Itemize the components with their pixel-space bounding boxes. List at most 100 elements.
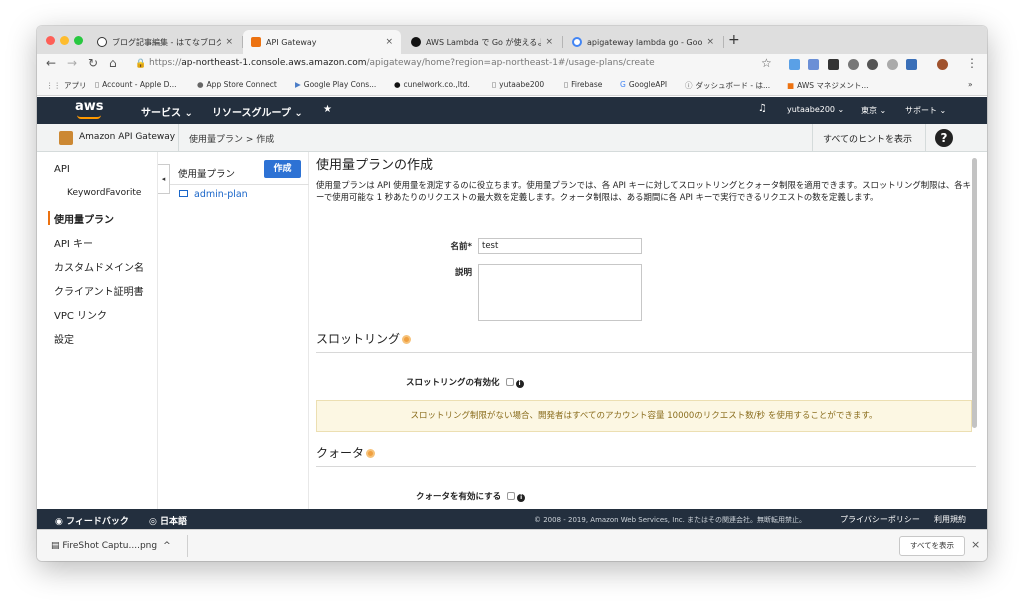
help-button[interactable]: ? — [925, 124, 967, 152]
profile-avatar-icon[interactable] — [937, 59, 948, 70]
resource-groups-menu[interactable]: リソースグループ ⌄ — [212, 104, 303, 119]
bookmark-firebase[interactable]: ▯ Firebase — [564, 80, 602, 89]
close-tab-icon[interactable]: × — [545, 37, 553, 47]
globe-icon: ◎ — [149, 517, 160, 527]
tab-hatena-blog[interactable]: ブログ記事編集 - はてなブログ × — [89, 30, 241, 54]
menu-kebab-icon[interactable]: ⋮ — [966, 56, 978, 70]
service-name[interactable]: Amazon API Gateway — [79, 132, 175, 142]
info-icon[interactable]: i — [515, 380, 524, 388]
usage-plan-name: admin-plan — [194, 189, 248, 200]
chevron-up-icon[interactable]: ^ — [163, 541, 171, 551]
terms-link[interactable]: 利用規約 — [934, 514, 966, 525]
info-badge-icon[interactable] — [366, 449, 376, 458]
show-all-downloads-button[interactable]: すべてを表示 — [899, 536, 965, 556]
forward-icon[interactable]: → — [67, 56, 77, 70]
language-selector[interactable]: ◎ 日本語 — [149, 514, 187, 527]
bookmark-cunelwork[interactable]: ● cunelwork.co.,ltd. — [394, 80, 470, 89]
throttling-checkbox[interactable] — [505, 378, 514, 386]
show-hints-link[interactable]: すべてのヒントを表示 — [823, 132, 912, 145]
usage-plan-item[interactable]: admin-plan — [179, 189, 248, 200]
sidebar-item-keywordfavorite[interactable]: KeywordFavorite — [67, 188, 141, 198]
reload-icon[interactable]: ↻ — [88, 56, 98, 70]
tab-label: apigateway lambda go - Googl — [587, 37, 703, 47]
extension-off-icon[interactable] — [828, 59, 839, 70]
info-icon[interactable]: i — [517, 494, 526, 502]
extension-ring-icon[interactable] — [867, 59, 878, 70]
divider — [178, 124, 179, 152]
privacy-policy-link[interactable]: プライバシーポリシー — [840, 514, 920, 525]
info-badge-icon[interactable] — [402, 335, 412, 344]
sidebar-item-api-keys[interactable]: API キー — [54, 235, 93, 250]
vertical-scrollbar[interactable] — [972, 158, 977, 428]
bookmark-app-store-connect[interactable]: ● App Store Connect — [197, 80, 277, 89]
extension-translate-icon[interactable] — [789, 59, 800, 70]
throttling-title-text: スロットリング — [316, 332, 401, 346]
close-tab-icon[interactable]: × — [706, 37, 714, 47]
aws-logo[interactable]: aws — [75, 99, 104, 114]
name-label: 名前* — [450, 242, 472, 252]
support-menu[interactable]: サポート ⌄ — [905, 105, 946, 116]
tab-strip: ブログ記事編集 - はてなブログ × API Gateway × AWS Lam… — [37, 26, 987, 54]
url-path: /apigateway/home?region=ap-northeast-1#/… — [366, 58, 655, 68]
bookmark-label: cunelwork.co.,ltd. — [403, 80, 470, 89]
bookmark-aws-console[interactable]: ■ AWS マネジメント... — [787, 80, 869, 91]
throttling-toggle-label: スロットリングの有効化 — [406, 378, 500, 388]
page-favicon-icon — [411, 37, 421, 47]
download-item[interactable]: ▤ FireShot Captu....png ^ — [51, 541, 171, 551]
sidebar-item-api[interactable]: API — [54, 164, 70, 175]
tab-label: AWS Lambda で Go が使えるよ — [426, 37, 542, 47]
home-icon[interactable]: ⌂ — [109, 56, 117, 70]
apple-icon: ● — [197, 80, 204, 89]
maximize-window-button[interactable] — [74, 36, 83, 45]
sidebar-item-custom-domains[interactable]: カスタムドメイン名 — [54, 259, 144, 274]
account-menu[interactable]: yutaabe200 ⌄ — [787, 105, 844, 114]
tab-aws-lambda-go[interactable]: AWS Lambda で Go が使えるよ × — [403, 30, 561, 54]
close-tab-icon[interactable]: × — [385, 37, 393, 47]
bookmark-googleapi[interactable]: G GoogleAPI — [620, 80, 667, 89]
extension-screenshot-icon[interactable] — [906, 59, 917, 70]
sidebar-item-client-certificates[interactable]: クライアント証明書 — [54, 283, 144, 298]
sidebar-item-vpc-links[interactable]: VPC リンク — [54, 307, 107, 322]
github-icon: ● — [394, 80, 401, 89]
bookmark-apps[interactable]: ⋮⋮ アプリ — [46, 80, 87, 91]
new-tab-button[interactable]: + — [728, 32, 740, 48]
minimize-window-button[interactable] — [60, 36, 69, 45]
extension-check-icon[interactable] — [848, 59, 859, 70]
close-download-bar-icon[interactable]: × — [971, 538, 980, 551]
services-menu[interactable]: サービス ⌄ — [141, 104, 193, 119]
region-menu[interactable]: 東京 ⌄ — [861, 105, 886, 116]
page-title: 使用量プランの作成 — [316, 158, 434, 173]
feedback-link[interactable]: ◉ フィードバック — [55, 514, 129, 527]
extension-icon[interactable] — [808, 59, 819, 70]
page-icon: ▯ — [492, 80, 497, 89]
quota-section-title: クォータ — [316, 444, 376, 461]
bookmark-google-play[interactable]: ▶ Google Play Cons... — [295, 80, 376, 89]
bookmark-star-icon[interactable]: ☆ — [761, 56, 772, 70]
create-button[interactable]: 作成 — [264, 160, 301, 178]
sidebar-item-usage-plans[interactable]: 使用量プラン — [54, 211, 114, 226]
close-window-button[interactable] — [46, 36, 55, 45]
tab-api-gateway[interactable]: API Gateway × — [243, 30, 401, 54]
divider — [187, 535, 188, 557]
extension-gray-icon[interactable] — [887, 59, 898, 70]
sidebar-item-settings[interactable]: 設定 — [54, 331, 74, 346]
tab-google-search[interactable]: apigateway lambda go - Googl × — [564, 30, 722, 54]
name-input[interactable] — [478, 238, 642, 254]
bookmark-dashboard[interactable]: ⓘ ダッシュボード - は... — [685, 80, 770, 91]
address-bar[interactable]: https://ap-northeast-1.console.aws.amazo… — [149, 58, 655, 68]
notifications-bell-icon[interactable]: ♫ — [758, 103, 767, 114]
description-label: 説明 — [454, 268, 472, 278]
bookmark-apple-account[interactable]: ▯ Account - Apple D... — [95, 80, 177, 89]
pin-icon[interactable]: ★ — [323, 104, 332, 115]
close-tab-icon[interactable]: × — [225, 37, 233, 47]
bookmark-yutaabe200[interactable]: ▯ yutaabe200 — [492, 80, 544, 89]
back-icon[interactable]: ← — [46, 56, 56, 70]
browser-window: ブログ記事編集 - はてなブログ × API Gateway × AWS Lam… — [37, 26, 987, 561]
collapse-sidebar-button[interactable]: ◂ — [158, 164, 170, 194]
aws-smile-icon — [77, 115, 101, 119]
quota-checkbox[interactable] — [507, 492, 516, 500]
throttling-notice: スロットリング制限がない場合、開発者はすべてのアカウント容量 10000のリクエ… — [316, 400, 972, 432]
plan-icon — [179, 190, 188, 197]
description-textarea[interactable] — [478, 264, 642, 321]
bookmarks-overflow[interactable]: » — [968, 80, 973, 89]
